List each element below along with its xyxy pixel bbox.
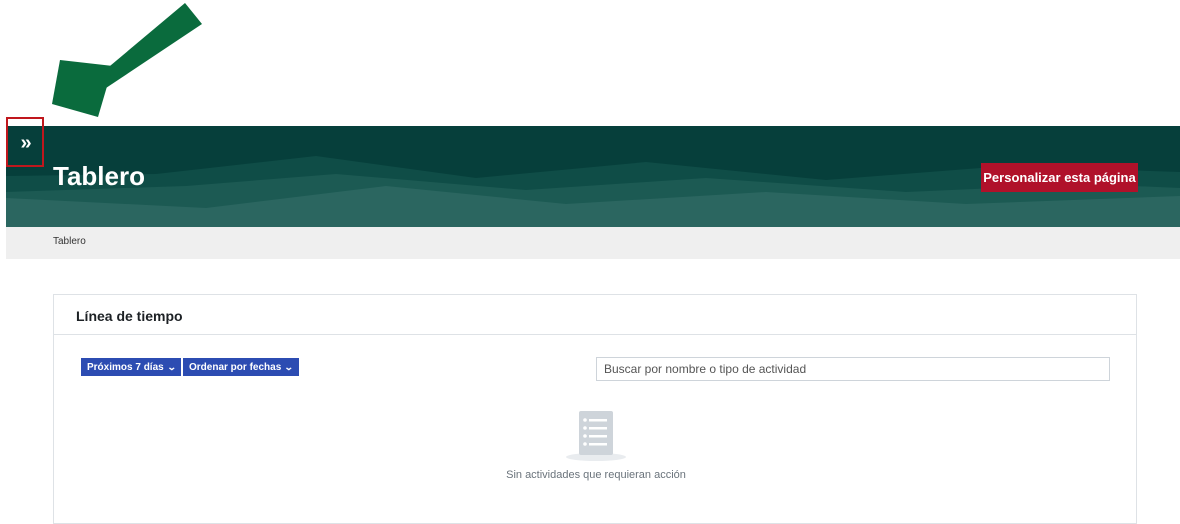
days-filter-label: Próximos 7 días (87, 361, 164, 373)
page-title: Tablero (53, 161, 145, 191)
activity-search-input[interactable] (596, 357, 1110, 381)
breadcrumb-item-dashboard[interactable]: Tablero (53, 236, 86, 247)
breadcrumb: Tablero (6, 227, 1180, 259)
drawer-toggle-button[interactable]: » (6, 117, 44, 167)
list-document-icon (566, 411, 626, 461)
days-filter-dropdown[interactable]: Próximos 7 días ⌄ (81, 358, 182, 376)
annotation-arrow-icon (52, 3, 202, 117)
double-chevron-right-icon: » (20, 132, 31, 154)
sort-label: Ordenar por fechas (189, 361, 282, 373)
chevron-down-icon: ⌄ (166, 361, 177, 372)
customize-page-button[interactable]: Personalizar esta página (981, 163, 1138, 192)
empty-state-message: Sin actividades que requieran acción (506, 469, 686, 481)
sort-dropdown[interactable]: Ordenar por fechas ⌄ (183, 358, 299, 376)
timeline-title: Línea de tiempo (54, 295, 1136, 335)
timeline-block: Línea de tiempo Próximos 7 días ⌄ Ordena… (53, 294, 1137, 524)
chevron-down-icon: ⌄ (284, 361, 294, 372)
